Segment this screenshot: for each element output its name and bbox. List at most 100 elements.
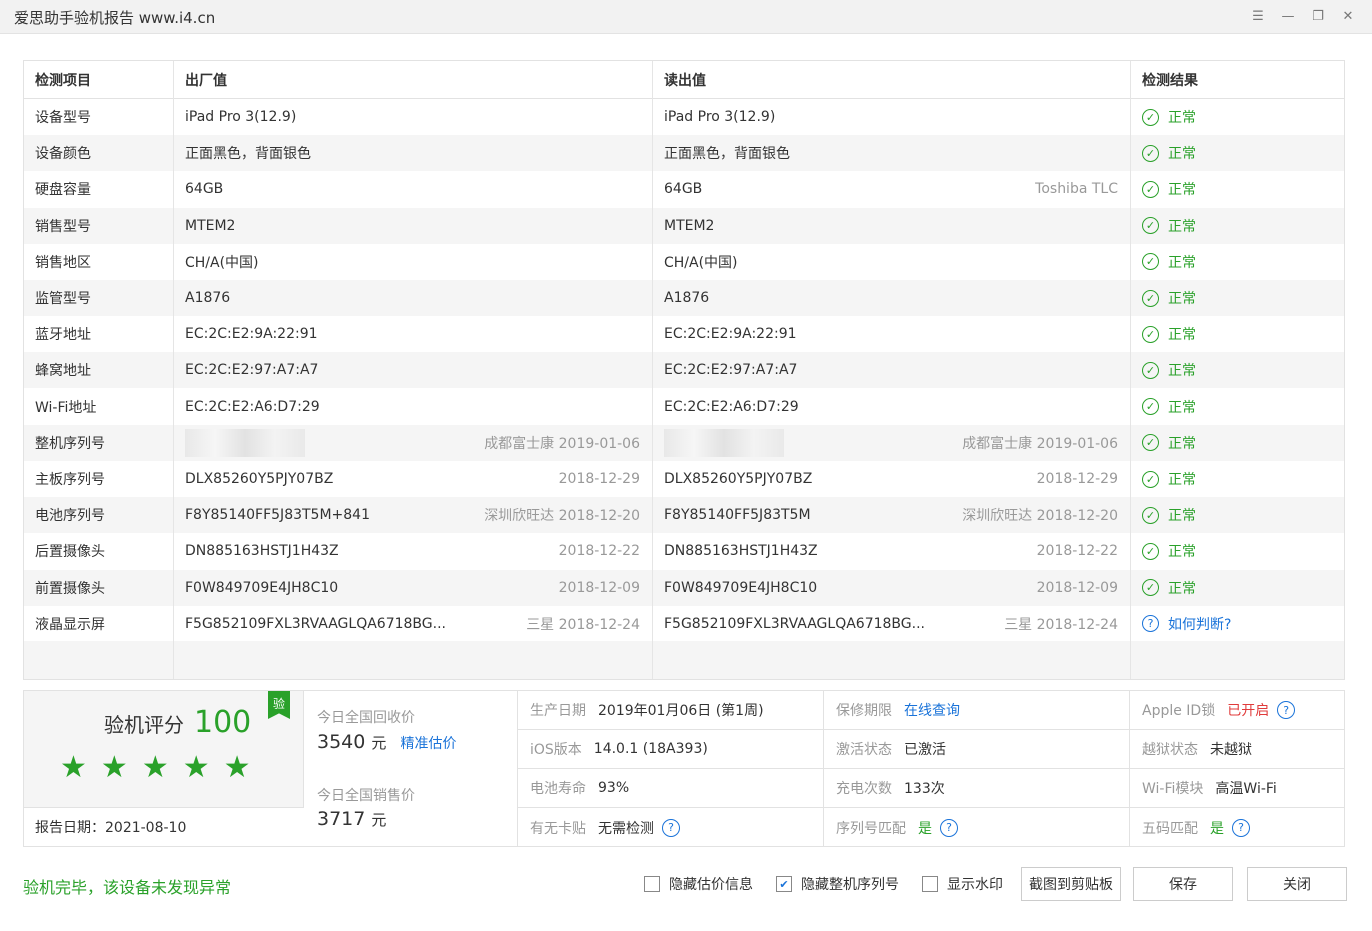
factory-value-hidden [185, 425, 305, 461]
precise-estimate-link[interactable]: 精准估价 [400, 736, 456, 752]
watermark-option[interactable]: 显示水印 [922, 874, 1003, 894]
result-text: 正常 [1168, 544, 1196, 561]
apple-id-lock-label: Apple ID锁 [1142, 703, 1216, 719]
table-row: 销售地区 CH/A(中国) CH/A(中国) ✓ 正常 [24, 244, 1344, 280]
check-circle-icon: ✓ [1142, 470, 1159, 488]
factory-note: 2018-12-09 [558, 579, 640, 596]
score-panel: 验机评分 100 验 ★ ★ ★ ★ ★ 报告日期：2021-08-10 [24, 691, 304, 846]
wifi-module-value: 高温Wi-Fi [1215, 781, 1277, 797]
column-divider [1130, 61, 1131, 679]
factory-value: DN885163HSTJ1H43Z [185, 543, 339, 560]
serial-match: 序列号匹配 是 ? [824, 808, 1130, 847]
read-value: DLX85260Y5PJY07BZ [664, 471, 813, 487]
star-icon: ★ [141, 750, 169, 785]
table-row: 前置摄像头 F0W849709E4JH8C10 2018-12-09 F0W84970… [24, 569, 1344, 606]
activation-status: 激活状态 已激活 [824, 730, 1130, 769]
star-icon: ★ [100, 750, 128, 785]
inspection-table: 检测项目 出厂值 读出值 检测结果 设备型号 iPad Pro 3(12.9) iP… [23, 60, 1345, 680]
question-icon[interactable]: ? [940, 818, 958, 837]
result-text: 正常 [1168, 399, 1196, 416]
factory-note: 成都富士康 2019-01-06 [484, 435, 640, 452]
result-message: 验机完毕，该设备未发现异常 [23, 878, 232, 897]
watermark-checkbox[interactable] [922, 876, 938, 892]
read-value: 正面黑色，背面银色 [664, 146, 790, 163]
read-value: F8Y85140FF5J83T5M [664, 507, 811, 524]
result-status: ✓ 正常 [1142, 244, 1196, 280]
table-row: 后置摄像头 DN885163HSTJ1H43Z 2018-12-22 DN885163… [24, 533, 1344, 569]
factory-value: 正面黑色，背面银色 [185, 146, 311, 163]
item-name: 主板序列号 [35, 472, 105, 488]
result-status: ✓ 正常 [1142, 135, 1196, 171]
read-value: EC:2C:E2:9A:22:91 [664, 326, 797, 343]
production-date-value: 2019年01月06日 (第1周) [598, 703, 764, 719]
item-name: 设备型号 [35, 110, 91, 126]
result-text: 正常 [1168, 327, 1196, 344]
hide-price-label: 隐藏估价信息 [669, 877, 753, 893]
score-label: 验机评分 [104, 713, 184, 737]
table-row: 蓝牙地址 EC:2C:E2:9A:22:91 EC:2C:E2:9A:22:91 ✓ 正… [24, 316, 1344, 352]
factory-value: EC:2C:E2:97:A7:A7 [185, 362, 319, 379]
screenshot-to-clipboard-button[interactable]: 截图到剪贴板 [1021, 867, 1121, 901]
warranty-online-check-link[interactable]: 在线查询 [904, 700, 960, 720]
item-name: 监管型号 [35, 291, 91, 307]
five-code-match-value: 是 [1210, 820, 1224, 837]
recycle-price-value: 3540 [317, 731, 366, 753]
check-circle-icon: ✓ [1142, 217, 1159, 235]
star-icon: ★ [182, 750, 210, 785]
hide-price-checkbox[interactable] [644, 876, 660, 892]
title-bar: 爱思助手验机报告 www.i4.cn ☰ — ❐ ✕ [0, 0, 1372, 34]
serial-match-value: 是 [918, 820, 932, 837]
table-row: Wi-Fi地址 EC:2C:E2:A6:D7:29 EC:2C:E2:A6:D7:2… [24, 389, 1344, 425]
result-text: 正常 [1168, 182, 1196, 199]
close-button[interactable]: 关闭 [1247, 867, 1347, 901]
item-name: 设备颜色 [35, 146, 91, 163]
restore-icon[interactable]: ❐ [1308, 6, 1328, 26]
column-divider [173, 61, 174, 679]
sim-sticker-label: 有无卡贴 [530, 820, 586, 837]
apple-id-lock: Apple ID锁 已开启 ? [1130, 691, 1344, 730]
table-row: 设备颜色 正面黑色，背面银色 正面黑色，背面银色 ✓ 正常 [24, 135, 1344, 172]
jailbreak-status: 越狱状态 未越狱 [1130, 730, 1344, 769]
result-text: 如何判断? [1168, 616, 1232, 633]
result-status: ✓ 正常 [1142, 171, 1196, 207]
factory-value: 64GB [185, 181, 224, 198]
question-icon[interactable]: ? [662, 818, 680, 837]
hide-price-option[interactable]: 隐藏估价信息 [644, 874, 753, 894]
recycle-price: 3540 元 精准估价 [317, 731, 456, 753]
save-button[interactable]: 保存 [1133, 867, 1233, 901]
ios-version: iOS版本 14.0.1 (18A393) [518, 730, 824, 769]
sim-sticker: 有无卡贴 无需检测 ? [518, 808, 824, 847]
hide-serial-option[interactable]: ✔ 隐藏整机序列号 [776, 874, 899, 894]
question-icon[interactable]: ? [1232, 818, 1250, 837]
activation-status-value: 已激活 [904, 742, 946, 758]
read-note: 三星 2018-12-24 [1004, 616, 1118, 633]
charge-count-value: 133次 [904, 781, 945, 797]
menu-icon[interactable]: ☰ [1248, 6, 1268, 26]
factory-value: F5G852109FXL3RVAAGLQA6718BG... [185, 615, 446, 632]
table-row: 硬盘容量 64GB 64GB Toshiba TLC ✓ 正常 [24, 171, 1344, 207]
jailbreak-status-label: 越狱状态 [1142, 742, 1198, 758]
check-circle-icon: ✓ [1142, 180, 1159, 198]
how-to-judge-link[interactable]: ? 如何判断? [1142, 606, 1231, 642]
redacted-serial [664, 428, 784, 457]
result-status: ✓ 正常 [1142, 280, 1196, 316]
sale-price-unit: 元 [371, 811, 387, 829]
read-value: MTEM2 [664, 217, 715, 234]
result-text: 正常 [1168, 580, 1196, 597]
five-code-match: 五码匹配 是 ? [1130, 808, 1344, 847]
column-divider [652, 61, 653, 679]
hide-serial-checkbox[interactable]: ✔ [776, 876, 792, 892]
result-status: ✓ 正常 [1142, 425, 1196, 461]
question-icon[interactable]: ? [1277, 701, 1296, 719]
watermark-label: 显示水印 [947, 877, 1003, 893]
result-status: ✓ 正常 [1142, 570, 1196, 606]
factory-value: iPad Pro 3(12.9) [185, 109, 297, 125]
activation-status-label: 激活状态 [836, 742, 892, 758]
minimize-icon[interactable]: — [1278, 6, 1298, 26]
recycle-price-label: 今日全国回收价 [317, 710, 415, 726]
factory-value: A1876 [185, 290, 231, 306]
score-value: 100 [194, 705, 252, 740]
item-name: 硬盘容量 [35, 182, 91, 199]
factory-value: F8Y85140FF5J83T5M+841 [185, 507, 370, 524]
close-icon[interactable]: ✕ [1338, 6, 1358, 26]
